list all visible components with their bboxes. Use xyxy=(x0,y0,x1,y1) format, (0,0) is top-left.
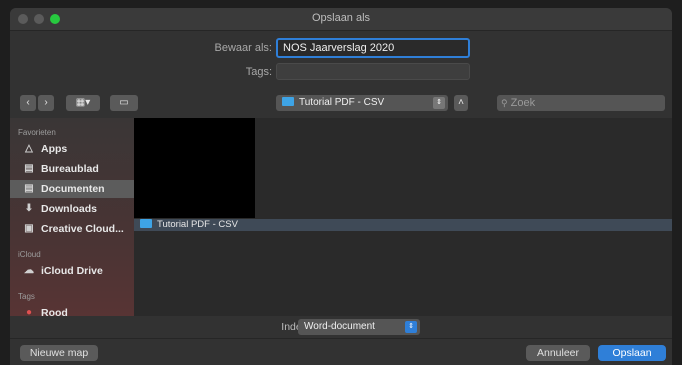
back-button[interactable]: ‹ xyxy=(20,95,36,111)
search-icon: ⚲ xyxy=(501,98,508,108)
folder-icon: ▭ xyxy=(119,97,129,108)
dialog-footer: Nieuwe map Annuleer Opslaan xyxy=(10,338,672,365)
format-popup[interactable]: Word-document ⇕ xyxy=(298,319,420,335)
location-label: Tutorial PDF - CSV xyxy=(299,97,385,108)
sidebar-item-creative-cloud[interactable]: ▣ Creative Cloud... xyxy=(10,220,134,238)
sidebar-item-label: Apps xyxy=(41,143,68,155)
save-dialog: Opslaan als Bewaar als: NOS Jaarverslag … xyxy=(10,8,672,365)
sidebar-favorites-header: Favorieten xyxy=(18,128,56,137)
sidebar-item-label: iCloud Drive xyxy=(41,265,103,277)
save-as-input[interactable]: NOS Jaarverslag 2020 xyxy=(276,38,470,58)
document-icon: ▤ xyxy=(24,183,34,194)
sidebar-item-label: Documenten xyxy=(41,183,105,195)
desktop-icon: ▤ xyxy=(24,163,34,174)
chevron-left-icon: ‹ xyxy=(26,97,30,108)
sidebar-item-label: Creative Cloud... xyxy=(41,223,124,235)
title-bar: Opslaan als xyxy=(10,8,672,31)
sidebar-item-documenten[interactable]: ▤ Documenten xyxy=(10,180,134,198)
folder-icon: ▣ xyxy=(24,223,34,234)
apps-icon: △ xyxy=(25,143,33,154)
view-mode-button[interactable]: ▦▾ xyxy=(66,95,100,111)
folder-icon xyxy=(140,219,152,228)
list-item[interactable]: Tutorial PDF - CSV xyxy=(134,219,672,231)
location-popup[interactable]: Tutorial PDF - CSV ⇕ xyxy=(276,95,448,111)
sidebar-item-label: Bureaublad xyxy=(41,163,99,175)
sidebar-tags-header: Tags xyxy=(18,292,35,301)
chevron-up-down-icon: ⇕ xyxy=(433,97,445,109)
forward-button[interactable]: › xyxy=(38,95,54,111)
search-input[interactable]: ⚲ Zoek xyxy=(497,95,665,111)
sidebar-item-apps[interactable]: △ Apps xyxy=(10,140,134,158)
window-title: Opslaan als xyxy=(311,12,371,24)
chevron-up-icon: ˄ xyxy=(458,97,464,108)
format-value: Word-document xyxy=(304,321,375,332)
sidebar-item-downloads[interactable]: ⬇ Downloads xyxy=(10,200,134,218)
cloud-icon: ☁ xyxy=(24,265,34,276)
sidebar-item-icloud-drive[interactable]: ☁ iCloud Drive xyxy=(10,262,134,280)
sidebar-item-bureaublad[interactable]: ▤ Bureaublad xyxy=(10,160,134,178)
save-as-label: Bewaar als: xyxy=(214,42,272,54)
sidebar-item-label: Downloads xyxy=(41,203,98,215)
file-browser: Tutorial PDF - CSV xyxy=(134,118,672,316)
save-button[interactable]: Opslaan xyxy=(598,345,666,361)
expand-collapse-button[interactable]: ˄ xyxy=(454,95,468,111)
file-row-label: Tutorial PDF - CSV xyxy=(157,219,238,230)
folder-icon xyxy=(282,97,294,106)
format-bar: Indeling: Word-document ⇕ xyxy=(10,316,672,338)
cancel-button[interactable]: Annuleer xyxy=(526,345,590,361)
download-icon: ⬇ xyxy=(24,203,34,214)
tags-input[interactable] xyxy=(276,63,470,80)
search-placeholder: Zoek xyxy=(510,97,536,109)
chevron-right-icon: › xyxy=(44,97,48,108)
tags-label: Tags: xyxy=(245,66,272,78)
column-view-icon: ▦▾ xyxy=(75,97,91,108)
file-preview xyxy=(134,118,255,218)
chevron-up-down-icon: ⇕ xyxy=(405,321,417,333)
new-folder-button[interactable]: Nieuwe map xyxy=(20,345,98,361)
sidebar-icloud-header: iCloud xyxy=(18,250,41,259)
sidebar: Favorieten △ Apps ▤ Bureaublad ▤ Documen… xyxy=(10,118,134,326)
new-folder-toolbar-button[interactable]: ▭ xyxy=(110,95,138,111)
